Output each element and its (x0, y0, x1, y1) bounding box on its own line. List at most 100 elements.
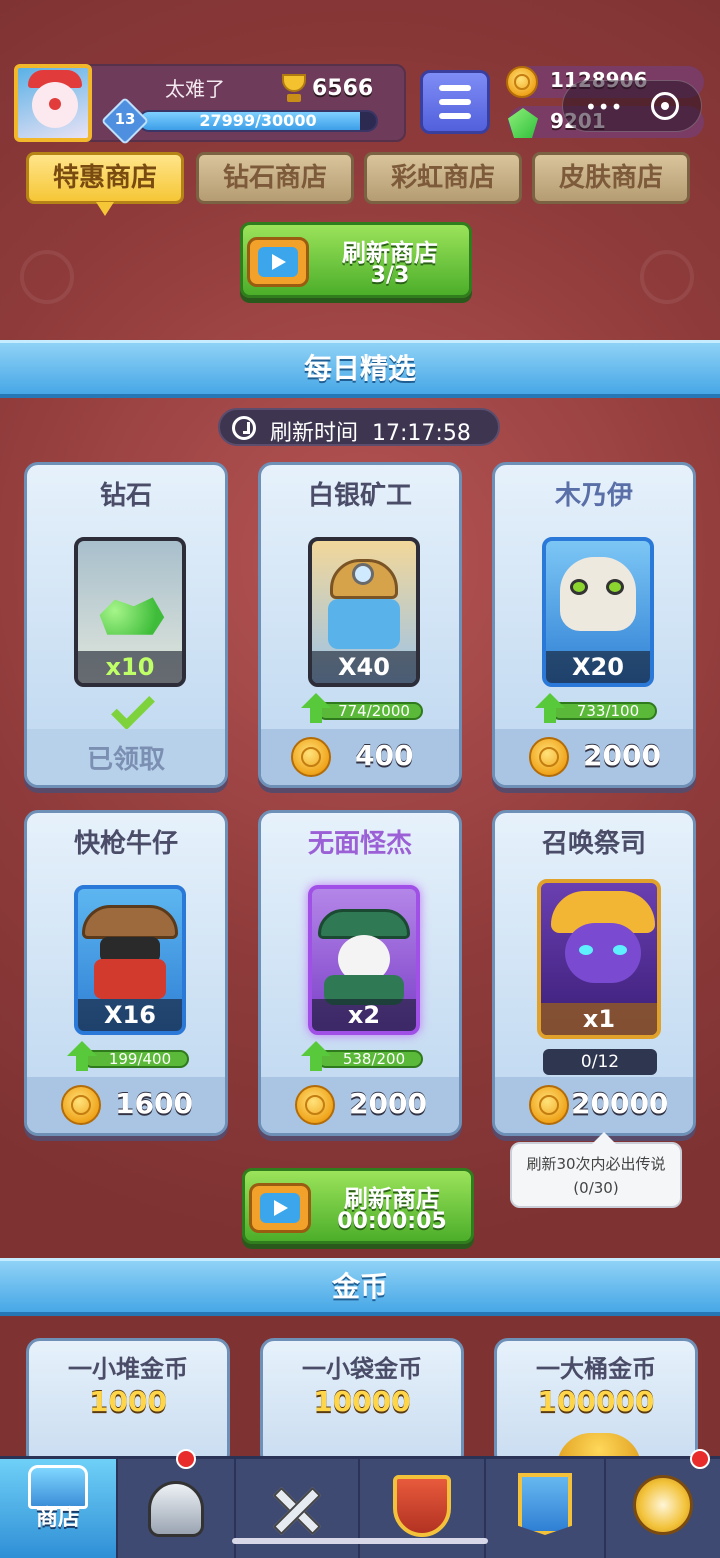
miner-icon: X40 (308, 537, 420, 687)
item-price: 400 (355, 739, 414, 772)
shop-item-diamond[interactable]: 钻石 x10 已领取 (24, 462, 228, 788)
team-banner-icon (518, 1473, 572, 1535)
item-name: 召唤祭司 (541, 829, 646, 859)
tooltip-line2: (0/30) (573, 1179, 619, 1197)
compass-icon (633, 1475, 693, 1535)
trophy-count: 6566 (312, 76, 374, 101)
gold-section-banner: 金币 (0, 1258, 720, 1316)
nav-shop-label: 商店 (35, 1506, 80, 1531)
notification-dot (690, 1449, 710, 1469)
tab-skin-shop[interactable]: 皮肤商店 (532, 152, 690, 204)
progress-text: 733/100 (576, 702, 640, 720)
item-quantity: X20 (546, 651, 650, 683)
card-progress: 538/200 (301, 1041, 425, 1071)
gold-coin-icon (506, 66, 538, 98)
nav-shop[interactable]: 商店 (0, 1459, 118, 1558)
crown-shield-icon (393, 1475, 451, 1537)
item-name: 无面怪杰 (307, 829, 412, 859)
xp-text: 27999/30000 (199, 111, 317, 130)
gold-coin-icon (291, 737, 331, 777)
claimed-status: 已领取 (86, 745, 165, 775)
shop-item-cowboy[interactable]: 快枪牛仔 X16 199/400 1600 (24, 810, 228, 1136)
progress-text: 199/400 (108, 1050, 172, 1068)
home-indicator (232, 1538, 488, 1544)
more-dots-icon[interactable]: ••• (585, 95, 623, 119)
bg-pattern (20, 250, 74, 304)
item-price: 2000 (583, 739, 661, 772)
item-price: 1600 (115, 1087, 193, 1120)
shop-item-silver-miner[interactable]: 白银矿工 X40 774/2000 400 (258, 462, 462, 788)
refresh-timer: 刷新时间 17:17:58 (218, 408, 500, 446)
price-button[interactable]: 20000 (495, 1077, 693, 1133)
item-quantity: x1 (541, 1003, 657, 1035)
price-button[interactable]: 2000 (261, 1077, 459, 1133)
gold-pack-name: 一小袋金币 (302, 1355, 422, 1383)
item-name: 快枪牛仔 (73, 829, 178, 859)
knight-helmet-icon (148, 1481, 204, 1537)
tab-rainbow-shop[interactable]: 彩虹商店 (364, 152, 522, 204)
item-name: 钻石 (99, 481, 152, 511)
legend-guarantee-tooltip: 刷新30次内必出传说 (0/30) (510, 1132, 682, 1208)
gem-pile-icon: x10 (74, 537, 186, 687)
refresh-countdown: 00:00:05 (337, 1209, 447, 1234)
nav-explore[interactable] (606, 1449, 720, 1558)
player-name: 太难了 (165, 77, 225, 101)
refresh-timer-value: 17:17:58 (372, 421, 471, 446)
progress-text: 774/2000 (338, 702, 410, 720)
nav-team[interactable] (486, 1459, 606, 1558)
card-progress: 733/100 (535, 693, 659, 723)
progress-text: 538/200 (342, 1050, 406, 1068)
nav-heroes[interactable] (118, 1449, 236, 1558)
item-name: 白银矿工 (307, 481, 412, 511)
gold-pack-name: 一小堆金币 (68, 1355, 188, 1383)
menu-button[interactable] (420, 70, 490, 134)
gold-pack-amount: 100000 (537, 1385, 655, 1418)
gold-pack-small-pile[interactable]: 一小堆金币 1000 (26, 1338, 230, 1468)
refresh-shop-ad-button[interactable]: 刷新商店 00:00:05 (242, 1168, 474, 1244)
gold-coin-icon (529, 1085, 569, 1125)
tv-ad-icon (247, 237, 309, 287)
legend-counter: 0/12 (543, 1049, 657, 1075)
notification-dot (176, 1449, 196, 1469)
faceless-icon: x2 (308, 885, 420, 1035)
gold-pack-big-barrel[interactable]: 一大桶金币 100000 (494, 1338, 698, 1468)
price-button[interactable]: 400 (261, 729, 459, 785)
refresh-shop-count: 3/3 (370, 263, 410, 288)
gold-pack-amount: 10000 (313, 1385, 411, 1418)
check-icon (111, 686, 155, 730)
item-price: 20000 (571, 1087, 669, 1120)
item-quantity: X16 (78, 999, 182, 1031)
price-button[interactable]: 1600 (27, 1077, 225, 1133)
gold-pack-amount: 1000 (89, 1385, 167, 1418)
item-name: 木乃伊 (554, 481, 633, 511)
refresh-timer-label: 刷新时间 (270, 421, 359, 446)
summoner-icon: x1 (537, 879, 661, 1039)
tab-special-shop[interactable]: 特惠商店 (26, 152, 184, 204)
item-price: 2000 (349, 1087, 427, 1120)
gold-coin-icon (529, 737, 569, 777)
gold-coin-icon (61, 1085, 101, 1125)
tooltip-line1: 刷新30次内必出传说 (526, 1155, 666, 1173)
card-progress: 199/400 (67, 1041, 191, 1071)
item-quantity: x10 (78, 651, 182, 683)
price-button[interactable]: 2000 (495, 729, 693, 785)
shop-item-summoner[interactable]: 召唤祭司 x1 0/12 20000 (492, 810, 696, 1136)
cowboy-icon: X16 (74, 885, 186, 1035)
tab-diamond-shop[interactable]: 钻石商店 (196, 152, 354, 204)
player-avatar[interactable] (14, 64, 92, 142)
close-target-icon[interactable] (651, 92, 679, 120)
shop-item-faceless[interactable]: 无面怪杰 x2 538/200 2000 (258, 810, 462, 1136)
item-quantity: X40 (312, 651, 416, 683)
card-progress: 774/2000 (301, 693, 425, 723)
gold-coin-icon (295, 1085, 335, 1125)
shop-item-mummy[interactable]: 木乃伊 X20 733/100 2000 (492, 462, 696, 788)
refresh-shop-button[interactable]: 刷新商店 3/3 (240, 222, 472, 298)
gold-pack-name: 一大桶金币 (536, 1355, 656, 1383)
mummy-icon: X20 (542, 537, 654, 687)
daily-deals-banner: 每日精选 (0, 340, 720, 398)
tv-ad-icon (249, 1183, 311, 1233)
gold-pack-small-bag[interactable]: 一小袋金币 10000 (260, 1338, 464, 1468)
bg-pattern (640, 250, 694, 304)
item-quantity: x2 (312, 999, 416, 1031)
miniprogram-capsule[interactable]: ••• (562, 80, 702, 132)
